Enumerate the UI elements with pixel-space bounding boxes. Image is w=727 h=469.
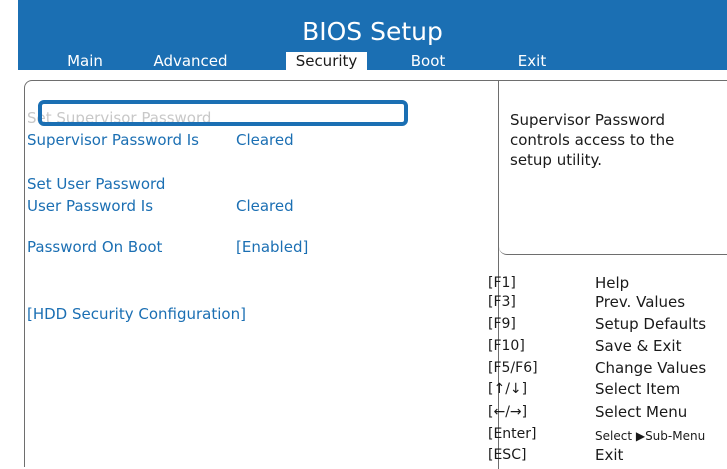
- key-up-down-desc: Select Item: [595, 380, 681, 398]
- key-f5-f6-desc: Change Values: [595, 359, 707, 377]
- bios-header: BIOS Setup Main Advanced Security Boot E…: [18, 0, 727, 70]
- key-f1: [F1]: [488, 275, 516, 291]
- supervisor-password-status-label: Supervisor Password Is: [27, 131, 199, 149]
- key-f3: [F3]: [488, 294, 516, 310]
- selection-highlight: [38, 100, 408, 126]
- key-f3-desc: Prev. Values: [595, 293, 686, 311]
- bios-title: BIOS Setup: [302, 17, 443, 46]
- key-f10-desc: Save & Exit: [595, 337, 682, 355]
- key-esc: [ESC]: [488, 447, 527, 463]
- key-f9-desc: Setup Defaults: [595, 315, 707, 333]
- help-text: Supervisor Password controls access to t…: [510, 111, 675, 169]
- key-f1-desc: Help: [595, 274, 630, 292]
- key-left-right-desc: Select Menu: [595, 403, 688, 421]
- tab-security[interactable]: Security: [286, 52, 367, 70]
- tab-advanced[interactable]: Advanced: [143, 52, 238, 70]
- user-password-status-label: User Password Is: [27, 197, 154, 215]
- tab-boot[interactable]: Boot: [403, 52, 453, 70]
- supervisor-password-status-value: Cleared: [236, 131, 294, 149]
- tab-main[interactable]: Main: [56, 52, 114, 70]
- user-password-status-value: Cleared: [236, 197, 294, 215]
- key-f10: [F10]: [488, 338, 525, 354]
- tab-exit[interactable]: Exit: [512, 52, 552, 70]
- password-on-boot-label[interactable]: Password On Boot: [27, 237, 162, 257]
- key-up-down: [↑/↓]: [488, 381, 528, 397]
- key-left-right: [←/→]: [488, 404, 528, 420]
- password-on-boot-value[interactable]: [Enabled]: [236, 237, 308, 257]
- key-esc-desc: Exit: [595, 446, 624, 464]
- key-f5-f6: [F5/F6]: [488, 360, 538, 376]
- key-f9: [F9]: [488, 316, 516, 332]
- key-enter-desc: Select ▶Sub-Menu: [595, 429, 706, 443]
- key-enter: [Enter]: [488, 426, 537, 442]
- set-user-password[interactable]: Set User Password: [27, 174, 165, 194]
- hdd-security-configuration[interactable]: [HDD Security Configuration]: [27, 304, 246, 324]
